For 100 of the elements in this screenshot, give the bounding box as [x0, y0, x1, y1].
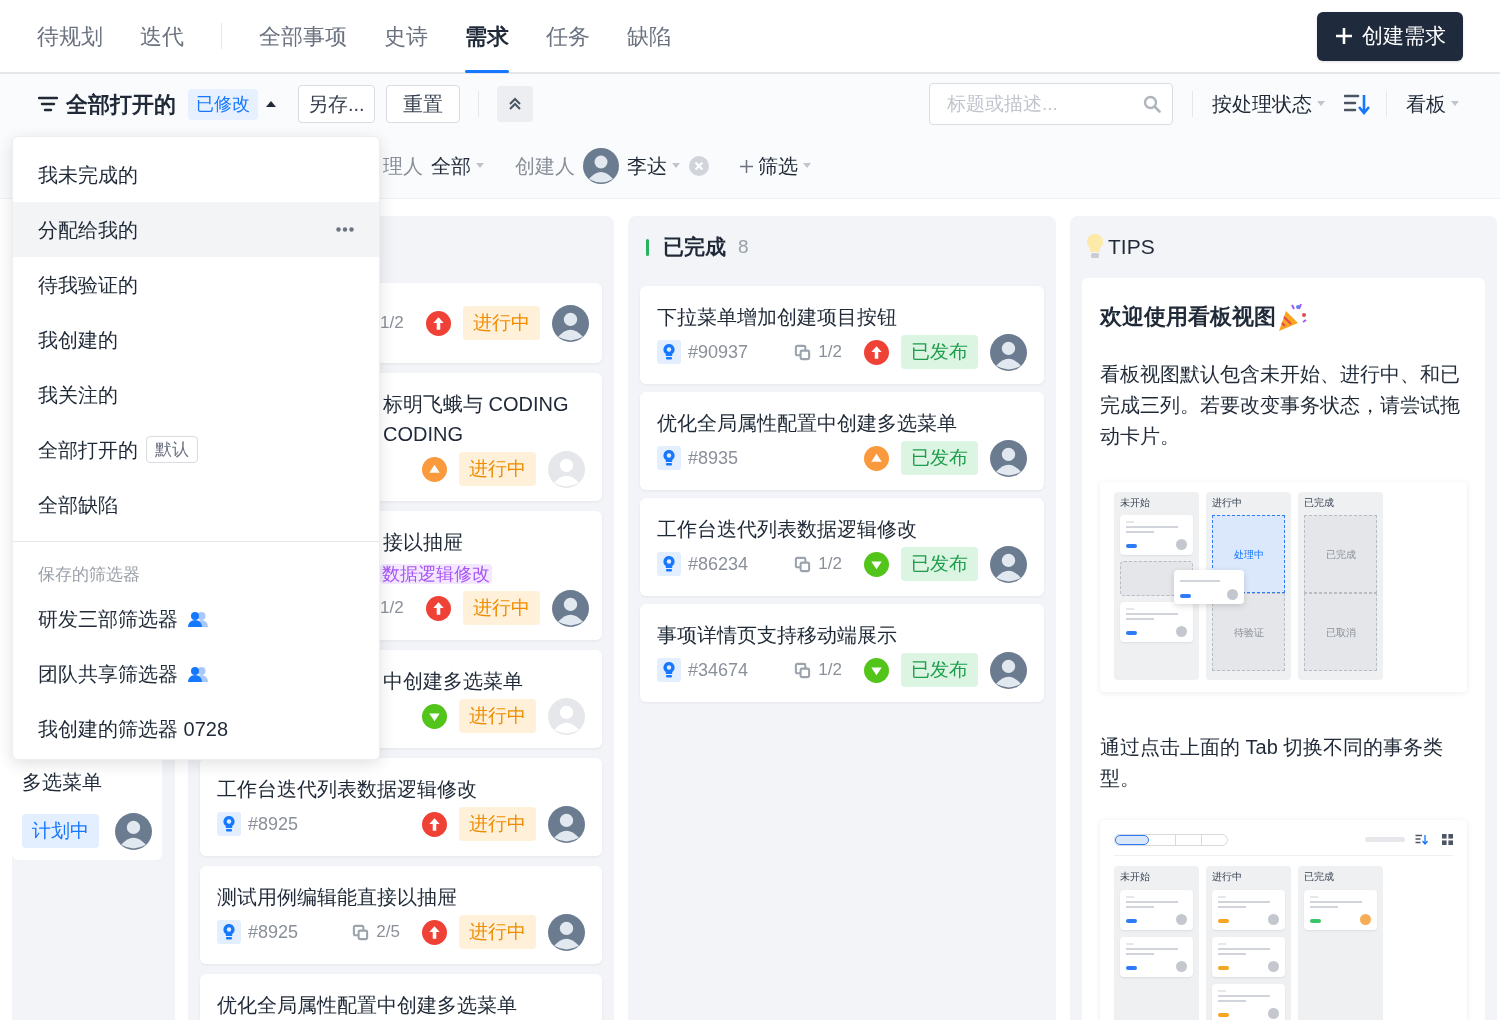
issue-card[interactable]: 事项详情页支持移动端展示 #34674 1/2 已发布: [640, 604, 1044, 702]
search-icon: [1143, 95, 1161, 113]
card-title: 下拉菜单增加创建项目按钮: [657, 305, 898, 330]
collapse-button[interactable]: [496, 86, 533, 122]
card-title: 测试用例编辑能直接以抽屉: [217, 885, 458, 910]
subtask-count: 1/2: [818, 341, 842, 364]
issue-id: #8935: [688, 446, 739, 470]
tips-paragraph: 通过点击上面的 Tab 切换不同的事务类型。: [1100, 735, 1445, 791]
placeholder-bar: [1365, 837, 1405, 842]
subtask-icon: [794, 555, 812, 573]
lightbulb-icon: [217, 920, 241, 944]
issue-card[interactable]: 测试用例编辑能直接以抽屉 #8925 2/5 进行中: [200, 866, 602, 964]
caret-up-icon: [266, 100, 276, 108]
nav-tab[interactable]: 史诗: [384, 0, 428, 73]
drop-zone: 已完成: [1304, 515, 1377, 593]
lightbulb-icon: [217, 812, 241, 836]
nav-tab[interactable]: 需求: [465, 0, 509, 73]
status-badge: 进行中: [462, 590, 540, 626]
drop-zone: 已取消: [1304, 593, 1377, 671]
status-badge: 进行中: [459, 698, 536, 734]
subtask-icon: [352, 923, 370, 941]
subtask-count: 2/5: [376, 921, 400, 944]
issue-card[interactable]: 工作台迭代列表数据逻辑修改 #8925 进行中: [200, 758, 602, 856]
subtask-icon: [794, 343, 812, 361]
card-title: 事项详情页支持移动端展示: [657, 623, 898, 648]
issue-card[interactable]: 优化全局属性配置中创建多选菜单: [200, 974, 602, 1020]
subtask-count: 1/2: [380, 597, 404, 620]
default-tag: 默认: [146, 435, 198, 464]
tips-paragraph: 看板视图默认包含未开始、进行中、和已完成三列。若要改变事务状态，请尝试拖动卡片。: [1100, 362, 1461, 449]
nav-tab[interactable]: 迭代: [140, 0, 184, 73]
save-as-button[interactable]: 另存...: [298, 85, 375, 123]
dragged-card: [1174, 570, 1244, 604]
grid-icon: [1442, 834, 1453, 845]
more-icon[interactable]: [336, 227, 354, 232]
nav-tab[interactable]: 缺陷: [627, 0, 671, 73]
issue-card[interactable]: 优化全局属性配置中创建多选菜单 #8935 已发布: [640, 392, 1044, 490]
menu-item-label: 待我验证的: [38, 272, 138, 298]
menu-section-title: 保存的筛选器: [37, 564, 141, 586]
status-badge: 已发布: [901, 652, 978, 688]
status-badge: 进行中: [459, 806, 536, 842]
tips-heading: 欢迎使用看板视图: [1100, 303, 1276, 331]
status-badge: 进行中: [462, 305, 540, 341]
plus-icon: [1334, 26, 1354, 46]
column-title: TIPS: [1108, 234, 1155, 261]
nav-tab[interactable]: 任务: [546, 0, 590, 73]
create-button[interactable]: 创建需求: [1317, 11, 1463, 61]
nav-tab[interactable]: 全部事项: [259, 0, 347, 73]
mini-column-label: 未开始: [1120, 497, 1151, 509]
menu-item-label: 团队共享筛选器: [38, 662, 178, 687]
filter-title[interactable]: 全部打开的: [66, 87, 176, 121]
double-chevron-up-icon: [507, 97, 522, 111]
card-title: 多选菜单: [22, 770, 103, 795]
view-dropdown[interactable]: 看板: [1406, 89, 1460, 119]
mini-column-label: 未开始: [1120, 871, 1151, 883]
card-title: 中创建多选菜单: [382, 669, 524, 694]
menu-item-label: 我创建的: [38, 327, 118, 353]
sort-icon[interactable]: [1344, 93, 1370, 115]
card-title: 标明飞蛾与 CODING CODING: [382, 392, 570, 447]
card-title: 接以抽屉: [382, 530, 464, 555]
lightbulb-icon: [657, 552, 681, 576]
issue-id: #90937: [688, 340, 749, 364]
reset-button[interactable]: 重置: [385, 85, 460, 123]
status-badge: 已发布: [901, 440, 978, 476]
mini-column-label: 进行中: [1212, 871, 1243, 883]
menu-item-label: 我未完成的: [38, 162, 138, 188]
nav-tab[interactable]: 待规划: [37, 0, 103, 73]
menu-item-label: 我关注的: [38, 382, 118, 408]
status-badge: 计划中: [22, 813, 99, 849]
issue-id: #8925: [248, 812, 299, 836]
plus-icon: [739, 158, 754, 174]
subtask-icon: [794, 661, 812, 679]
menu-item[interactable]: 我未完成的: [13, 147, 379, 202]
search-field[interactable]: 标题或描述...: [929, 83, 1173, 125]
menu-item-label: 全部打开的: [38, 437, 138, 463]
status-badge: 进行中: [459, 451, 536, 487]
mini-column-label: 已完成: [1304, 871, 1335, 883]
lightbulb-icon: [657, 658, 681, 682]
status-badge: 已发布: [901, 546, 978, 582]
drop-zone: 待验证: [1212, 593, 1285, 671]
mini-column-label: 进行中: [1212, 497, 1243, 509]
lightbulb-icon: [1086, 233, 1104, 261]
subtask-count: 1/2: [818, 553, 842, 576]
menu-item-label: 全部缺陷: [38, 492, 118, 518]
issue-id: #8925: [248, 920, 299, 944]
card-title: 工作台迭代列表数据逻辑修改: [217, 777, 478, 802]
filter-value[interactable]: 李达: [627, 151, 667, 181]
modified-badge: 已修改: [188, 88, 258, 120]
tag: 数据逻辑修改: [380, 564, 492, 584]
mini-column-label: 已完成: [1304, 497, 1335, 509]
column-title: 已完成: [663, 234, 726, 261]
issue-card[interactable]: 工作台迭代列表数据逻辑修改 #86234 1/2 已发布: [640, 498, 1044, 596]
status-badge: 已发布: [901, 334, 978, 370]
group-by-dropdown[interactable]: 按处理状态: [1212, 89, 1326, 119]
status-badge: 进行中: [459, 914, 536, 950]
filter-value[interactable]: 全部: [431, 151, 471, 181]
issue-card[interactable]: 下拉菜单增加创建项目按钮 #90937 1/2 已发布: [640, 286, 1044, 384]
menu-item[interactable]: 分配给我的: [13, 202, 379, 257]
menu-item-label: 分配给我的: [38, 217, 138, 243]
lightbulb-icon: [657, 446, 681, 470]
add-filter-button[interactable]: 筛选: [739, 151, 812, 181]
